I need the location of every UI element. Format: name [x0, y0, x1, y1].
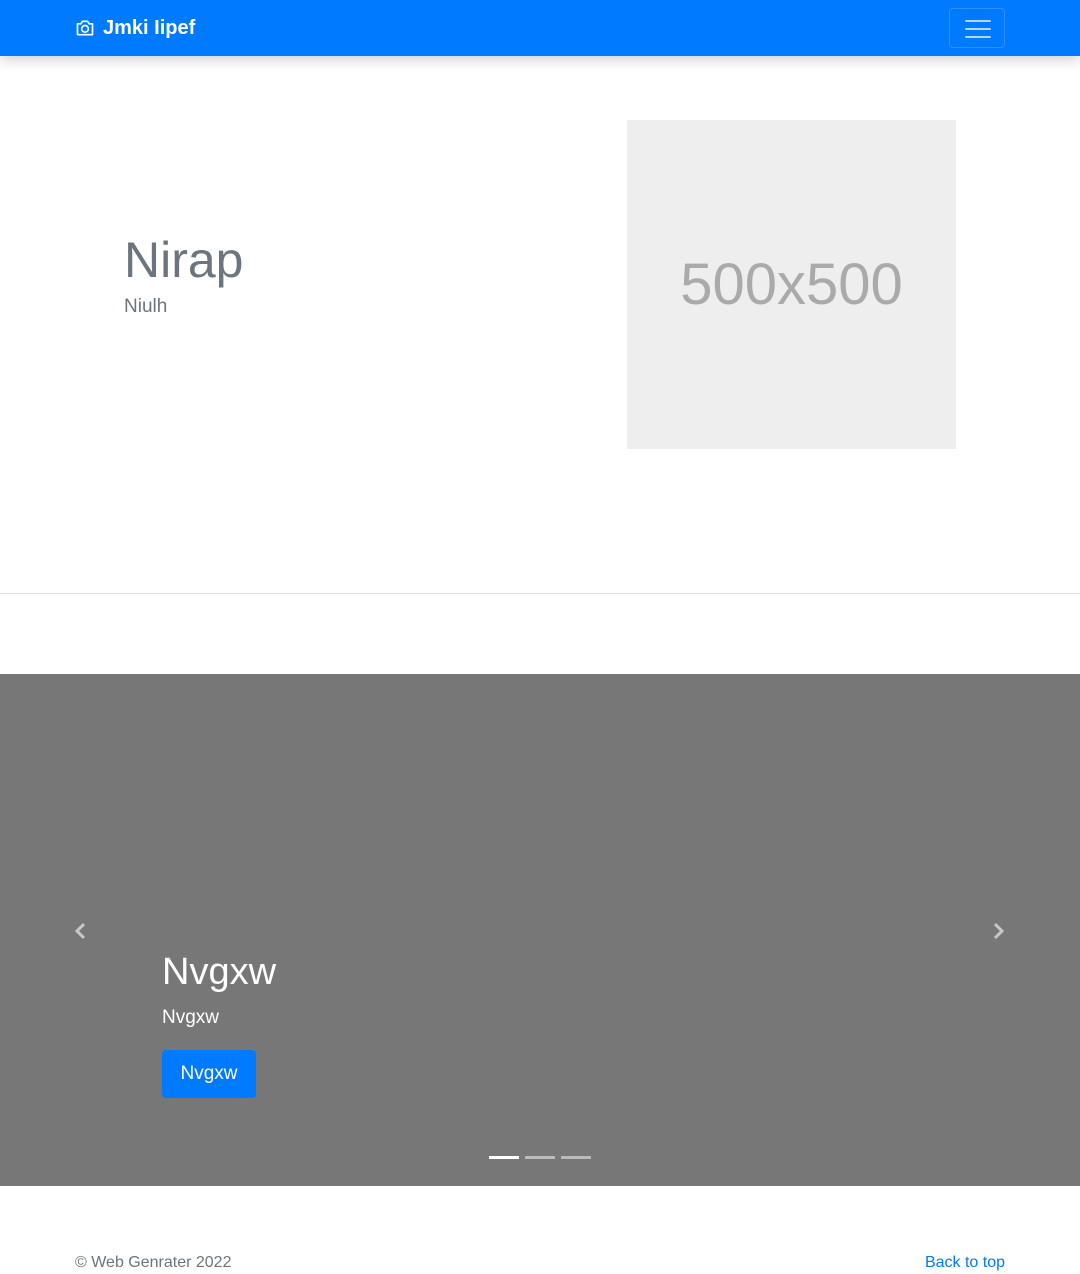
hero-subtitle: Niulh: [124, 296, 168, 317]
navbar: Jmki Iipef: [0, 0, 1080, 56]
carousel-indicator-2[interactable]: [525, 1156, 555, 1159]
carousel-slide-subtitle: Nvgxw: [162, 1007, 220, 1028]
placeholder-image-label: 500x500: [680, 251, 903, 317]
carousel-indicator-3[interactable]: [561, 1156, 591, 1159]
carousel-slide-button[interactable]: Nvgxw: [162, 1050, 256, 1098]
carousel-indicators: [489, 1156, 597, 1159]
chevron-left-icon: [74, 922, 86, 940]
camera-icon: [76, 20, 94, 36]
hero-title: Nirap: [124, 232, 244, 288]
carousel-prev-button[interactable]: [69, 919, 93, 943]
footer-copyright: © Web Genrater 2022: [75, 1254, 232, 1271]
section-divider: [0, 593, 1080, 594]
carousel-next-button[interactable]: [986, 919, 1010, 943]
placeholder-image: 500x500: [627, 120, 956, 449]
chevron-right-icon: [993, 922, 1005, 940]
carousel: Nvgxw Nvgxw Nvgxw: [0, 674, 1080, 1186]
back-to-top-link[interactable]: Back to top: [925, 1253, 1005, 1273]
navbar-brand[interactable]: Jmki Iipef: [75, 16, 195, 40]
carousel-slide-title: Nvgxw: [162, 951, 277, 993]
navbar-brand-label: Jmki Iipef: [103, 17, 196, 39]
carousel-indicator-1[interactable]: [489, 1156, 519, 1159]
navbar-toggler-button[interactable]: [949, 8, 1005, 48]
